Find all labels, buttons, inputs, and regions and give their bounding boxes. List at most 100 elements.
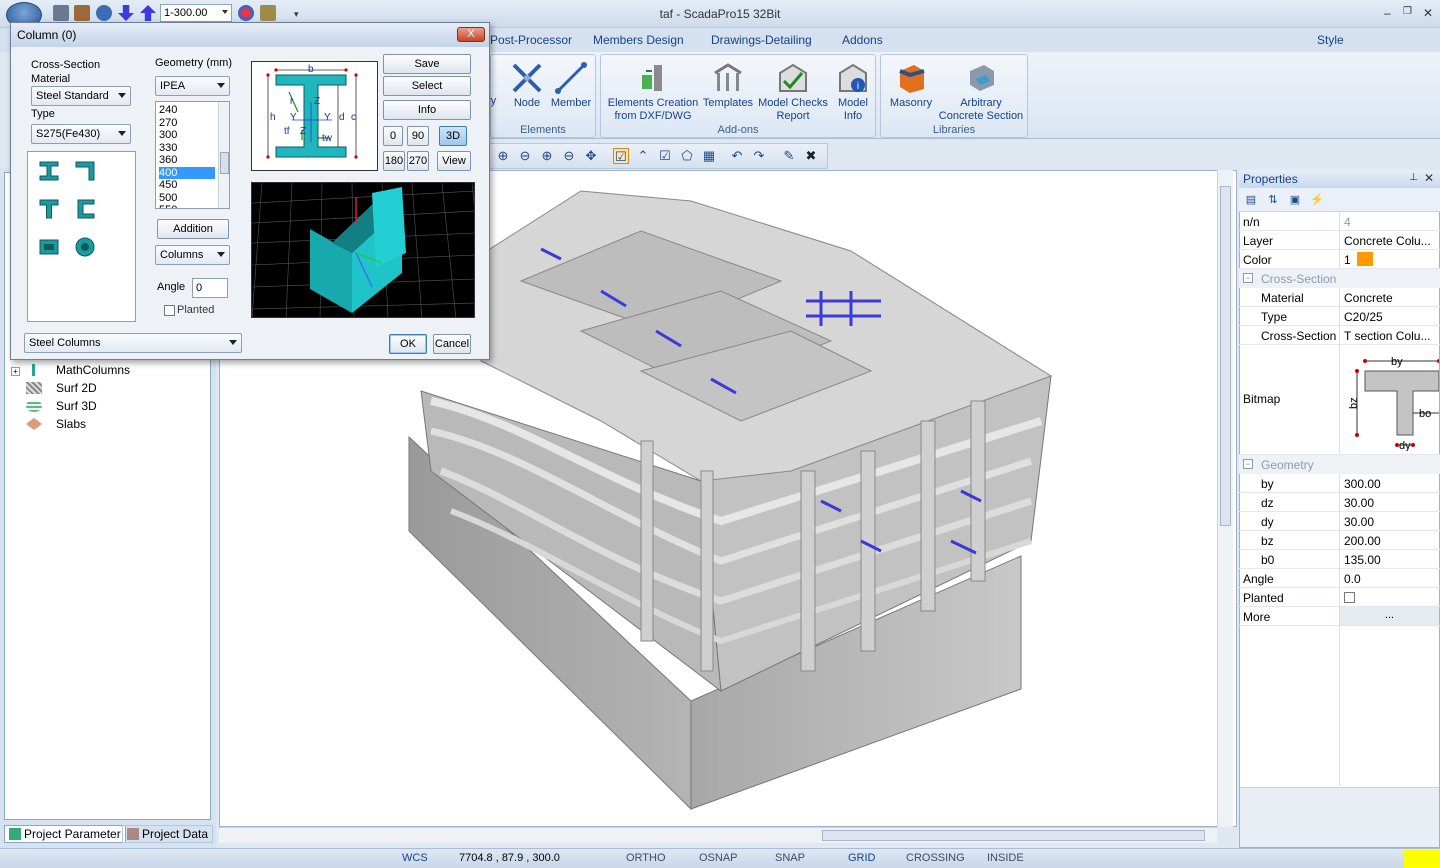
size-option[interactable]: 550 (159, 204, 215, 208)
rectangular-hollow-shape-icon[interactable] (36, 234, 62, 260)
size-option[interactable]: 360 (159, 154, 215, 166)
tab-post-processor[interactable]: Post-Processor (490, 33, 572, 47)
addition-button[interactable]: Addition (157, 219, 229, 239)
planted-checkbox[interactable] (1344, 592, 1355, 603)
status-osnap[interactable]: OSNAP (699, 852, 738, 864)
view-3d-button[interactable]: 3D (439, 126, 467, 146)
size-listbox[interactable]: 240 270 300 330 360 400 450 500 550 (155, 101, 230, 209)
minimize-icon[interactable]: – (1384, 6, 1391, 20)
t-section-shape-icon[interactable] (36, 196, 62, 222)
dialog-close-button[interactable]: X (457, 27, 485, 42)
model-info-button[interactable]: i Model Info (833, 61, 873, 123)
masonry-button[interactable]: Masonry (885, 61, 937, 110)
rotate-180-button[interactable]: 180 (383, 151, 405, 171)
polyline-select-icon[interactable]: ⌃ (635, 148, 651, 164)
prop-row-dz[interactable]: dz 30.00 (1239, 493, 1440, 512)
checkbox-select-icon[interactable]: ☑ (657, 148, 673, 164)
info-button[interactable]: Info (383, 100, 471, 120)
restore-icon[interactable]: ❐ (1403, 6, 1412, 17)
tab-project-data[interactable]: Project Data (122, 825, 214, 843)
pin-icon[interactable]: ⊥ (1409, 172, 1418, 183)
prop-row-planted[interactable]: Planted (1239, 588, 1440, 607)
tab-drawings-detailing[interactable]: Drawings-Detailing (711, 33, 812, 47)
angle-input[interactable]: 0 (192, 278, 228, 298)
status-crossing[interactable]: CROSSING (906, 852, 965, 864)
size-option-selected[interactable]: 400 (159, 166, 215, 179)
properties-close-icon[interactable]: ✕ (1424, 171, 1434, 185)
planted-dialog-checkbox[interactable] (164, 305, 175, 316)
member-button[interactable]: Member (549, 61, 593, 110)
size-option[interactable]: 450 (159, 179, 215, 191)
close-window-icon[interactable]: ✕ (1423, 6, 1433, 20)
status-grid[interactable]: GRID (848, 852, 876, 864)
prop-row-layer[interactable]: Layer Concrete Colu... (1239, 231, 1440, 250)
grid-select-icon[interactable]: ▦ (701, 148, 717, 164)
arbitrary-concrete-section-button[interactable]: Arbitrary Concrete Section (935, 61, 1027, 123)
size-list-scroll-thumb[interactable] (220, 152, 229, 174)
status-snap[interactable]: SNAP (775, 852, 805, 864)
node-button[interactable]: Node (509, 61, 545, 110)
prop-row-nn[interactable]: n/n 4 (1239, 212, 1440, 231)
status-ortho[interactable]: ORTHO (626, 852, 666, 864)
more-button[interactable]: ... (1340, 607, 1439, 625)
cancel-button[interactable]: Cancel (433, 334, 471, 354)
zoom-out-icon[interactable]: ⊖ (561, 148, 577, 164)
tree-item-surf3d[interactable]: Surf 3D (26, 399, 97, 413)
size-option[interactable]: 270 (159, 117, 215, 129)
prop-row-angle[interactable]: Angle 0.0 (1239, 569, 1440, 588)
size-option[interactable]: 240 (159, 104, 215, 116)
model-checks-button[interactable]: Model Checks Report (755, 61, 831, 123)
channel-section-shape-icon[interactable] (72, 196, 98, 222)
prop-row-more[interactable]: More... (1239, 607, 1440, 626)
angle-section-shape-icon[interactable] (72, 158, 98, 184)
column-library-select[interactable]: Steel Columns (24, 333, 242, 353)
expand-icon[interactable]: + (11, 367, 20, 376)
tree-item-mathcolumns[interactable]: + MathColumns (11, 363, 130, 377)
prop-row-b0[interactable]: b0 135.00 (1239, 550, 1440, 569)
undo-icon[interactable]: ↶ (729, 148, 745, 164)
redo-icon[interactable]: ↷ (751, 148, 767, 164)
i-section-shape-icon[interactable] (36, 158, 62, 184)
zoom-in-icon[interactable]: ⊕ (539, 148, 555, 164)
horizontal-scroll-thumb[interactable] (822, 830, 1205, 841)
style-menu[interactable]: Style (1317, 33, 1344, 47)
categorized-icon[interactable]: ▤ (1243, 192, 1259, 208)
select-check-icon[interactable]: ☑ (613, 148, 629, 164)
zoom-window-icon[interactable]: ⊕ (495, 148, 511, 164)
clean-icon[interactable]: ✎ (781, 148, 797, 164)
material-select[interactable]: Steel Standard (31, 86, 131, 106)
color-swatch[interactable] (1357, 252, 1373, 266)
size-option[interactable]: 300 (159, 129, 215, 141)
prop-row-by[interactable]: by 300.00 (1239, 474, 1440, 493)
prop-category-geometry[interactable]: − Geometry (1239, 455, 1440, 474)
select-button[interactable]: Select (383, 76, 471, 96)
prop-category-cross-section[interactable]: − Cross-Section (1239, 269, 1440, 288)
size-option[interactable]: 500 (159, 192, 215, 204)
collapse-icon[interactable]: − (1243, 459, 1253, 469)
ok-button[interactable]: OK (389, 334, 427, 354)
status-wcs[interactable]: WCS (402, 852, 428, 864)
view-button[interactable]: View (437, 151, 471, 171)
profile-select[interactable]: IPEA (155, 76, 230, 96)
polygon-select-icon[interactable]: ⬠ (679, 148, 695, 164)
sort-az-icon[interactable]: ⇅ (1265, 192, 1281, 208)
vertical-scroll-thumb[interactable] (1220, 186, 1231, 526)
prop-row-material[interactable]: Material Concrete (1239, 288, 1440, 307)
save-button[interactable]: Save (383, 54, 471, 74)
elements-from-dxf-button[interactable]: Elements Creation from DXF/DWG (605, 61, 701, 123)
collapse-icon[interactable]: − (1243, 273, 1253, 283)
size-option[interactable]: 330 (159, 142, 215, 154)
section-3d-preview[interactable] (251, 182, 475, 318)
tree-item-slabs[interactable]: Slabs (26, 417, 86, 431)
prop-row-type[interactable]: Type C20/25 (1239, 307, 1440, 326)
tree-item-surf2d[interactable]: Surf 2D (26, 381, 97, 395)
rotate-90-button[interactable]: 90 (407, 126, 429, 146)
type-select[interactable]: S275(Fe430) (31, 124, 131, 144)
events-icon[interactable]: ⚡ (1309, 192, 1325, 208)
status-inside[interactable]: INSIDE (987, 852, 1024, 864)
viewport-horizontal-scrollbar[interactable] (219, 827, 1217, 843)
tab-addons[interactable]: Addons (842, 33, 883, 47)
tab-project-parameter[interactable]: Project Parameter (4, 825, 126, 843)
zoom-extents-icon[interactable]: ✥ (583, 148, 599, 164)
tab-members-design[interactable]: Members Design (593, 33, 684, 47)
